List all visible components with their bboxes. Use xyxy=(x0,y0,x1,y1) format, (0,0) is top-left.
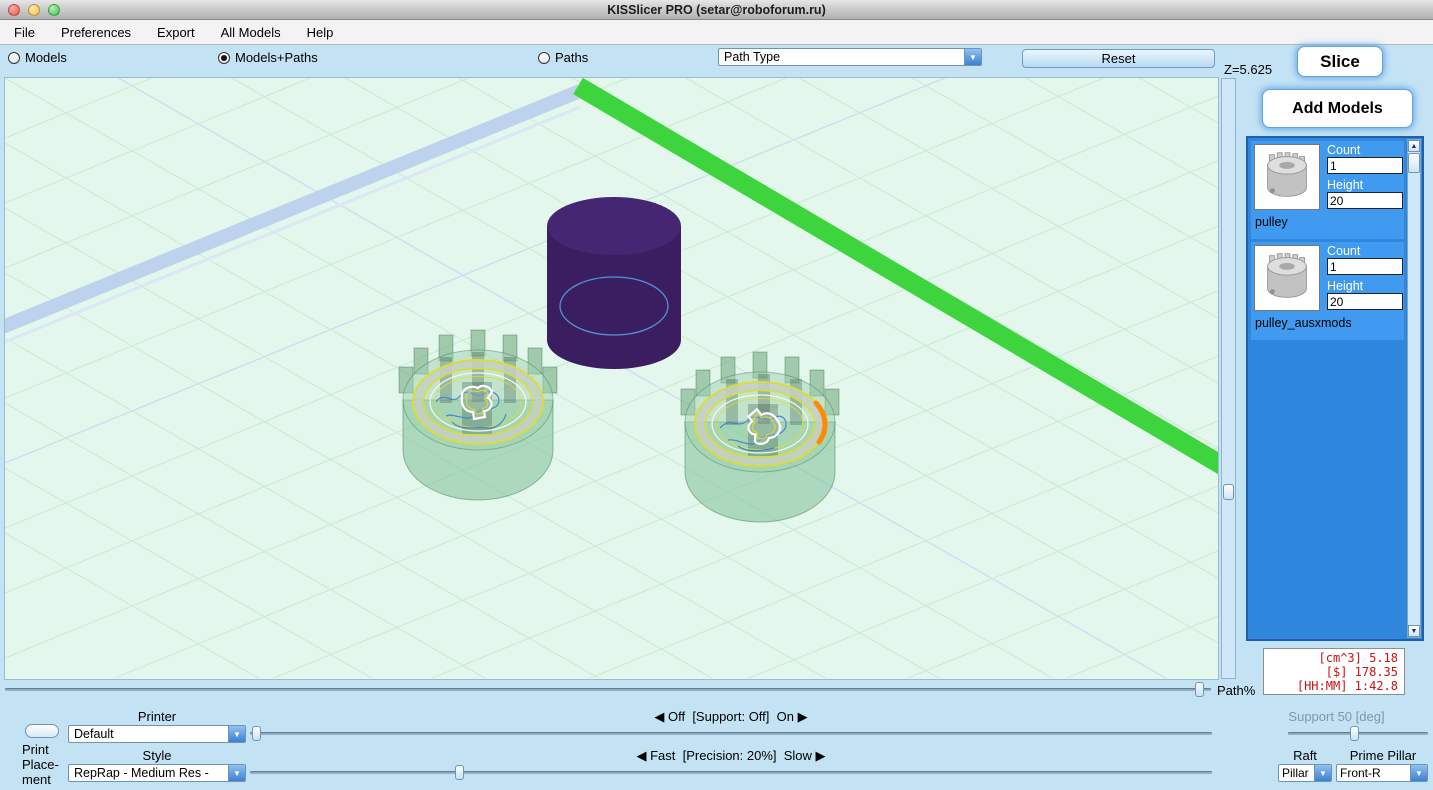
support-deg-slider[interactable] xyxy=(1288,726,1428,741)
reset-button[interactable]: Reset xyxy=(1022,49,1215,68)
stat-time: [HH:MM] 1:42.8 xyxy=(1297,679,1398,693)
support-slider[interactable] xyxy=(250,726,1212,741)
support-deg-slider-thumb[interactable] xyxy=(1350,726,1359,741)
raft-label: Raft xyxy=(1278,748,1332,763)
bed-background xyxy=(5,78,1218,678)
support-toggle-label[interactable]: ◀ Off [Support: Off] On ▶ xyxy=(250,709,1212,725)
view-mode-models-paths[interactable]: Models+Paths xyxy=(218,50,318,65)
z-height-label: Z=5.625 xyxy=(1224,62,1272,77)
gear-model-icon xyxy=(1255,246,1319,310)
view-mode-models-label: Models xyxy=(25,50,67,65)
print-placement-label-3: ment xyxy=(22,772,51,787)
menu-item-file[interactable]: File xyxy=(14,25,35,40)
model-name: pulley_ausxmods xyxy=(1255,316,1352,330)
count-label: Count xyxy=(1327,244,1360,258)
model-cylinder[interactable] xyxy=(547,197,681,369)
view-mode-models-paths-label: Models+Paths xyxy=(235,50,318,65)
path-type-dropdown[interactable]: Path Type ▼ xyxy=(718,48,982,66)
height-label: Height xyxy=(1327,279,1363,293)
path-type-value: Path Type xyxy=(719,49,964,65)
model-height-input[interactable] xyxy=(1327,293,1403,310)
count-label: Count xyxy=(1327,143,1360,157)
menu-item-all-models[interactable]: All Models xyxy=(221,25,281,40)
support-deg-label: Support 50 [deg] xyxy=(1240,709,1433,724)
model-pulley-left[interactable] xyxy=(399,330,557,500)
viewport-3d[interactable] xyxy=(5,78,1218,679)
window-title: KISSlicer PRO (setar@roboforum.ru) xyxy=(0,3,1433,17)
model-card-pulley-ausxmods[interactable]: Count Height pulley_ausxmods xyxy=(1251,242,1404,340)
precision-slider-track xyxy=(250,771,1212,774)
style-label: Style xyxy=(68,748,246,763)
raft-value: Pillar xyxy=(1279,765,1314,781)
print-placement-button[interactable] xyxy=(25,724,59,738)
printer-value: Default xyxy=(69,726,228,742)
dropdown-arrow-icon: ▼ xyxy=(228,726,245,742)
scroll-up-icon[interactable]: ▲ xyxy=(1408,140,1420,152)
menu-item-export[interactable]: Export xyxy=(157,25,195,40)
titlebar: KISSlicer PRO (setar@roboforum.ru) xyxy=(0,0,1433,20)
radio-icon xyxy=(538,52,550,64)
style-value: RepRap - Medium Res - xyxy=(69,765,228,781)
path-percent-slider-thumb[interactable] xyxy=(1195,682,1204,697)
precision-label[interactable]: ◀ Fast [Precision: 20%] Slow ▶ xyxy=(250,748,1212,764)
radio-icon-selected xyxy=(218,52,230,64)
dropdown-arrow-icon: ▼ xyxy=(1314,765,1331,781)
viewport-scrollbar-thumb[interactable] xyxy=(1223,484,1234,500)
style-dropdown[interactable]: RepRap - Medium Res - ▼ xyxy=(68,764,246,782)
stat-cost: [$] 178.35 xyxy=(1326,665,1398,679)
print-stats-box: [cm^3] 5.18 [$] 178.35 [HH:MM] 1:42.8 xyxy=(1263,648,1405,695)
model-thumbnail xyxy=(1254,245,1320,311)
gear-model-icon xyxy=(1255,145,1319,209)
dropdown-arrow-icon: ▼ xyxy=(1410,765,1427,781)
precision-slider[interactable] xyxy=(250,765,1212,780)
view-mode-models[interactable]: Models xyxy=(8,50,67,65)
print-placement-label-2: Place- xyxy=(22,757,59,772)
stat-volume: [cm^3] 5.18 xyxy=(1319,651,1398,665)
printer-label: Printer xyxy=(68,709,246,724)
model-pulley-right[interactable] xyxy=(681,352,839,522)
radio-icon xyxy=(8,52,20,64)
model-name: pulley xyxy=(1255,215,1288,229)
model-list-scrollbar[interactable]: ▲ ▼ xyxy=(1407,139,1421,638)
support-slider-thumb[interactable] xyxy=(252,726,261,741)
dropdown-arrow-icon: ▼ xyxy=(964,49,981,65)
path-percent-slider[interactable] xyxy=(5,682,1211,697)
model-count-input[interactable] xyxy=(1327,157,1403,174)
menu-item-preferences[interactable]: Preferences xyxy=(61,25,131,40)
model-list-scrollbar-thumb[interactable] xyxy=(1408,153,1420,173)
bottom-panel: Print Place- ment Printer Default ▼ ◀ Of… xyxy=(0,700,1433,790)
scroll-down-icon[interactable]: ▼ xyxy=(1408,625,1420,637)
viewport-scrollbar[interactable] xyxy=(1221,78,1236,679)
view-mode-paths[interactable]: Paths xyxy=(538,50,588,65)
model-thumbnail xyxy=(1254,144,1320,210)
app-window: KISSlicer PRO (setar@roboforum.ru) File … xyxy=(0,0,1433,790)
add-models-button[interactable]: Add Models xyxy=(1262,89,1413,128)
raft-dropdown[interactable]: Pillar ▼ xyxy=(1278,764,1332,782)
support-slider-track xyxy=(250,732,1212,735)
menubar: File Preferences Export All Models Help xyxy=(0,20,1433,45)
model-list: Count Height pulley C xyxy=(1246,136,1424,641)
prime-pillar-dropdown[interactable]: Front-R ▼ xyxy=(1336,764,1428,782)
height-label: Height xyxy=(1327,178,1363,192)
menu-item-help[interactable]: Help xyxy=(307,25,334,40)
dropdown-arrow-icon: ▼ xyxy=(228,765,245,781)
path-percent-slider-track xyxy=(5,688,1211,691)
printer-dropdown[interactable]: Default ▼ xyxy=(68,725,246,743)
model-height-input[interactable] xyxy=(1327,192,1403,209)
prime-pillar-value: Front-R xyxy=(1337,765,1410,781)
prime-pillar-label: Prime Pillar xyxy=(1336,748,1430,763)
view-mode-paths-label: Paths xyxy=(555,50,588,65)
print-bed-scene xyxy=(5,78,1218,678)
model-card-pulley[interactable]: Count Height pulley xyxy=(1251,141,1404,239)
model-count-input[interactable] xyxy=(1327,258,1403,275)
toolbar: Models Models+Paths Paths Path Type ▼ Re… xyxy=(0,45,1433,72)
path-percent-label: Path% xyxy=(1217,683,1255,698)
print-placement-label-1: Print xyxy=(22,742,49,757)
precision-slider-thumb[interactable] xyxy=(455,765,464,780)
slice-button[interactable]: Slice xyxy=(1297,46,1383,77)
